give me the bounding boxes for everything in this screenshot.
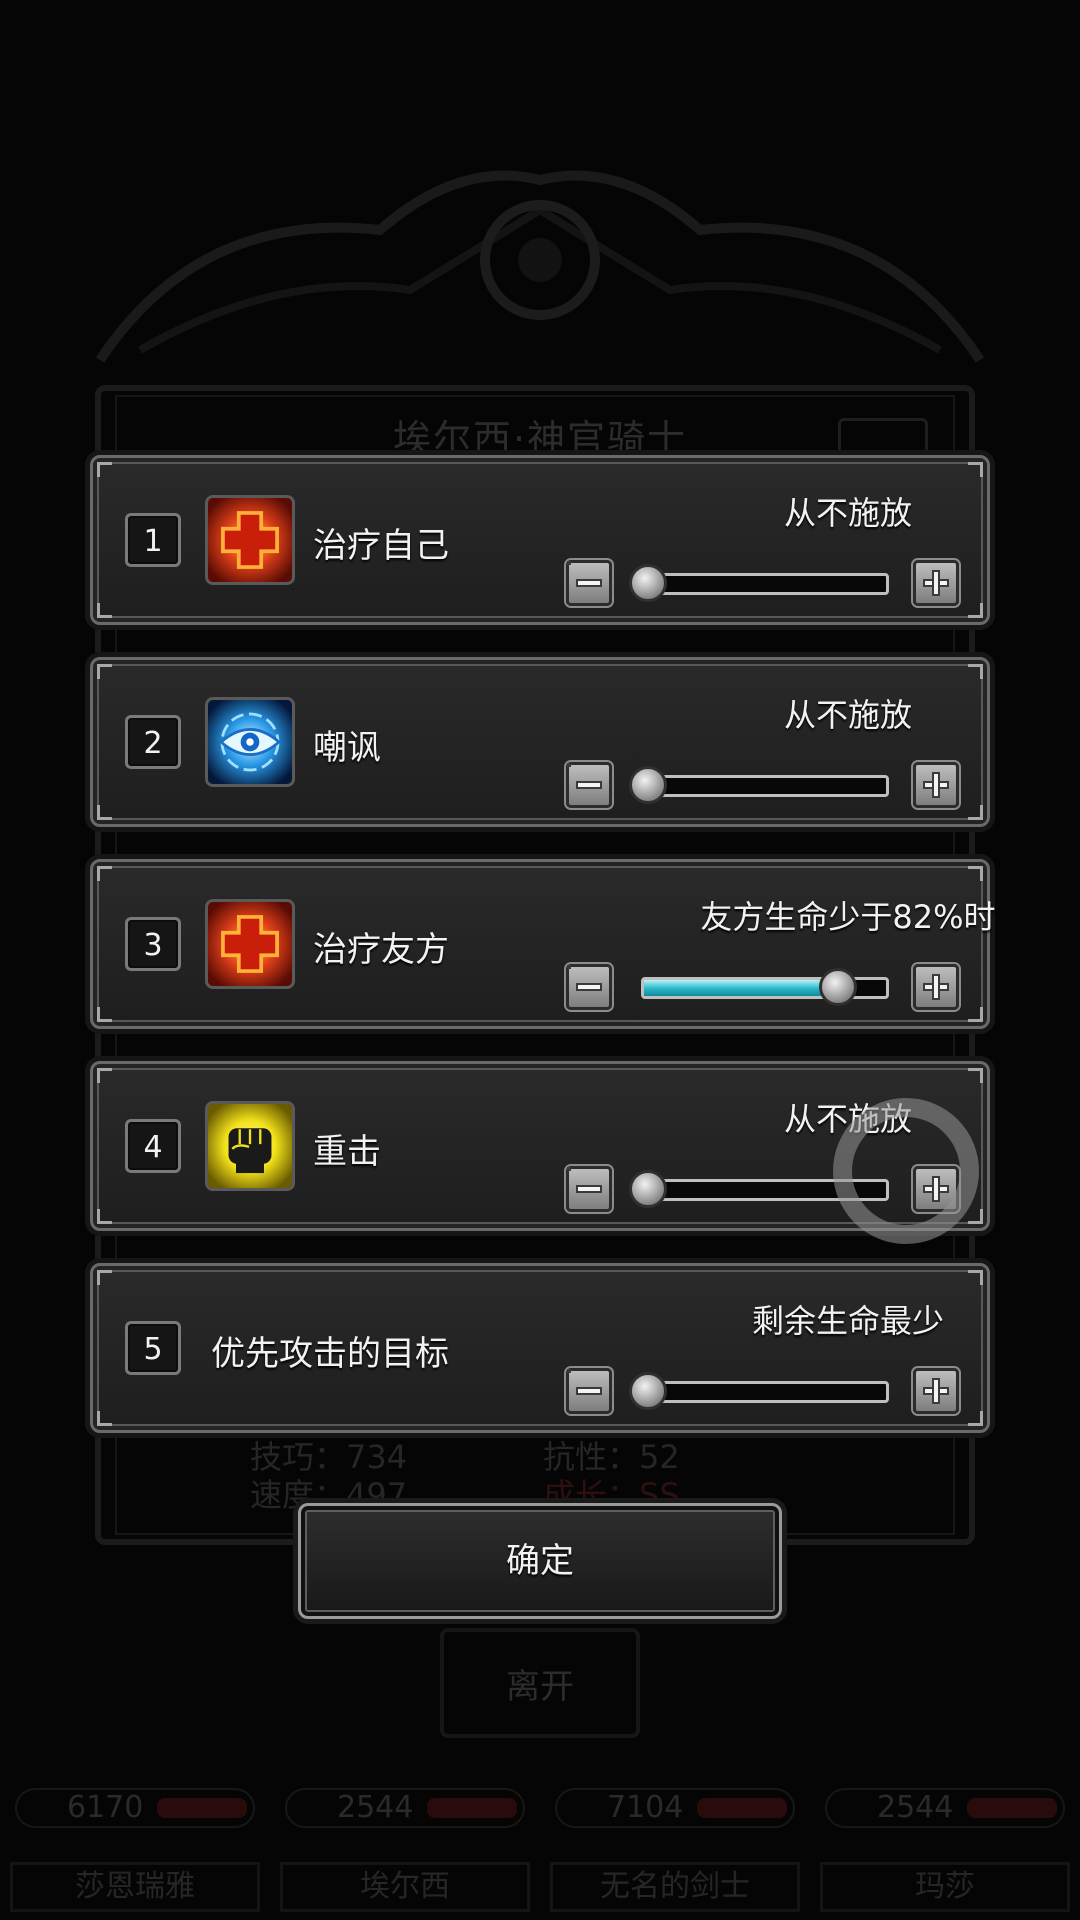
corner-ornament	[968, 1411, 983, 1426]
slider-fill	[644, 980, 843, 996]
increase-button[interactable]	[913, 762, 959, 808]
skill-number-badge: 3	[125, 917, 181, 971]
party-hp-1: 6170	[15, 1788, 255, 1828]
corner-ornament	[968, 1007, 983, 1022]
target-priority-label: 优先攻击的目标	[211, 1334, 449, 1374]
skill-cast-condition: 从不施放	[783, 696, 912, 734]
skill-name: 治疗自己	[313, 526, 449, 566]
corner-ornament	[968, 1270, 983, 1285]
decrease-button[interactable]	[566, 762, 612, 808]
taunt-eye-icon	[205, 697, 295, 787]
decrease-button[interactable]	[566, 560, 612, 606]
corner-ornament	[97, 462, 112, 477]
slider-knob[interactable]	[629, 1372, 667, 1410]
party-name-4: 玛莎	[820, 1862, 1070, 1912]
skill-cast-condition: 从不施放	[783, 1100, 912, 1138]
skill-number-badge: 5	[125, 1321, 181, 1375]
cast-threshold-slider[interactable]	[641, 775, 889, 797]
skill-number-badge: 2	[125, 715, 181, 769]
slider-knob[interactable]	[629, 1170, 667, 1208]
confirm-button[interactable]: 确定	[298, 1503, 782, 1619]
corner-ornament	[97, 603, 112, 618]
heal-cross-icon	[205, 899, 295, 989]
increase-button[interactable]	[913, 1368, 959, 1414]
party-name-2: 埃尔西	[280, 1862, 530, 1912]
party-name-3: 无名的剑士	[550, 1862, 800, 1912]
corner-ornament	[97, 1270, 112, 1285]
corner-ornament	[97, 664, 112, 679]
slider-knob[interactable]	[629, 766, 667, 804]
corner-ornament	[97, 1068, 112, 1083]
heal-cross-icon	[205, 495, 295, 585]
corner-ornament	[968, 1068, 983, 1083]
ornament-frame-top	[95, 170, 985, 363]
skill-panel-1: 1 治疗自己 从不施放	[90, 455, 990, 625]
corner-ornament	[968, 805, 983, 820]
background-leave-button: 离开	[440, 1628, 640, 1738]
party-hp-3: 7104	[555, 1788, 795, 1828]
skill-panel-3: 3 治疗友方 友方生命少于82%时	[90, 859, 996, 1029]
skill-number-badge: 1	[125, 513, 181, 567]
party-hp-4: 2544	[825, 1788, 1065, 1828]
cast-threshold-slider[interactable]	[641, 573, 889, 595]
increase-button[interactable]	[913, 560, 959, 606]
decrease-button[interactable]	[566, 1166, 612, 1212]
skill-number-badge: 4	[125, 1119, 181, 1173]
party-hp-value: 6170	[67, 1790, 144, 1825]
touch-indicator	[833, 1098, 979, 1244]
skill-cast-condition: 从不施放	[783, 494, 912, 532]
increase-button[interactable]	[913, 964, 959, 1010]
party-hp-value: 7104	[607, 1790, 684, 1825]
corner-ornament	[968, 866, 983, 881]
corner-ornament	[97, 1209, 112, 1224]
skill-name: 嘲讽	[313, 728, 381, 768]
target-priority-slider[interactable]	[641, 1381, 889, 1403]
corner-ornament	[97, 805, 112, 820]
fist-strike-icon	[205, 1101, 295, 1191]
target-priority-value: 剩余生命最少	[751, 1302, 944, 1340]
skill-name: 治疗友方	[313, 930, 449, 970]
party-hp-2: 2544	[285, 1788, 525, 1828]
skill-cast-condition: 友方生命少于82%时	[700, 898, 996, 936]
corner-ornament	[97, 866, 112, 881]
target-priority-panel: 5 优先攻击的目标 剩余生命最少	[90, 1263, 990, 1433]
slider-knob[interactable]	[819, 968, 858, 1006]
party-hp-value: 2544	[877, 1790, 954, 1825]
slider-knob[interactable]	[629, 564, 667, 602]
decrease-button[interactable]	[566, 1368, 612, 1414]
party-name-1: 莎恩瑞雅	[10, 1862, 260, 1912]
decrease-button[interactable]	[566, 964, 612, 1010]
corner-ornament	[968, 462, 983, 477]
corner-ornament	[968, 603, 983, 618]
corner-ornament	[97, 1007, 112, 1022]
skill-name: 重击	[313, 1132, 381, 1172]
skill-panel-2: 2 嘲讽 从不施放	[90, 657, 990, 827]
corner-ornament	[968, 664, 983, 679]
corner-ornament	[97, 1411, 112, 1426]
party-hp-value: 2544	[337, 1790, 414, 1825]
corner-ornament	[968, 1209, 983, 1224]
